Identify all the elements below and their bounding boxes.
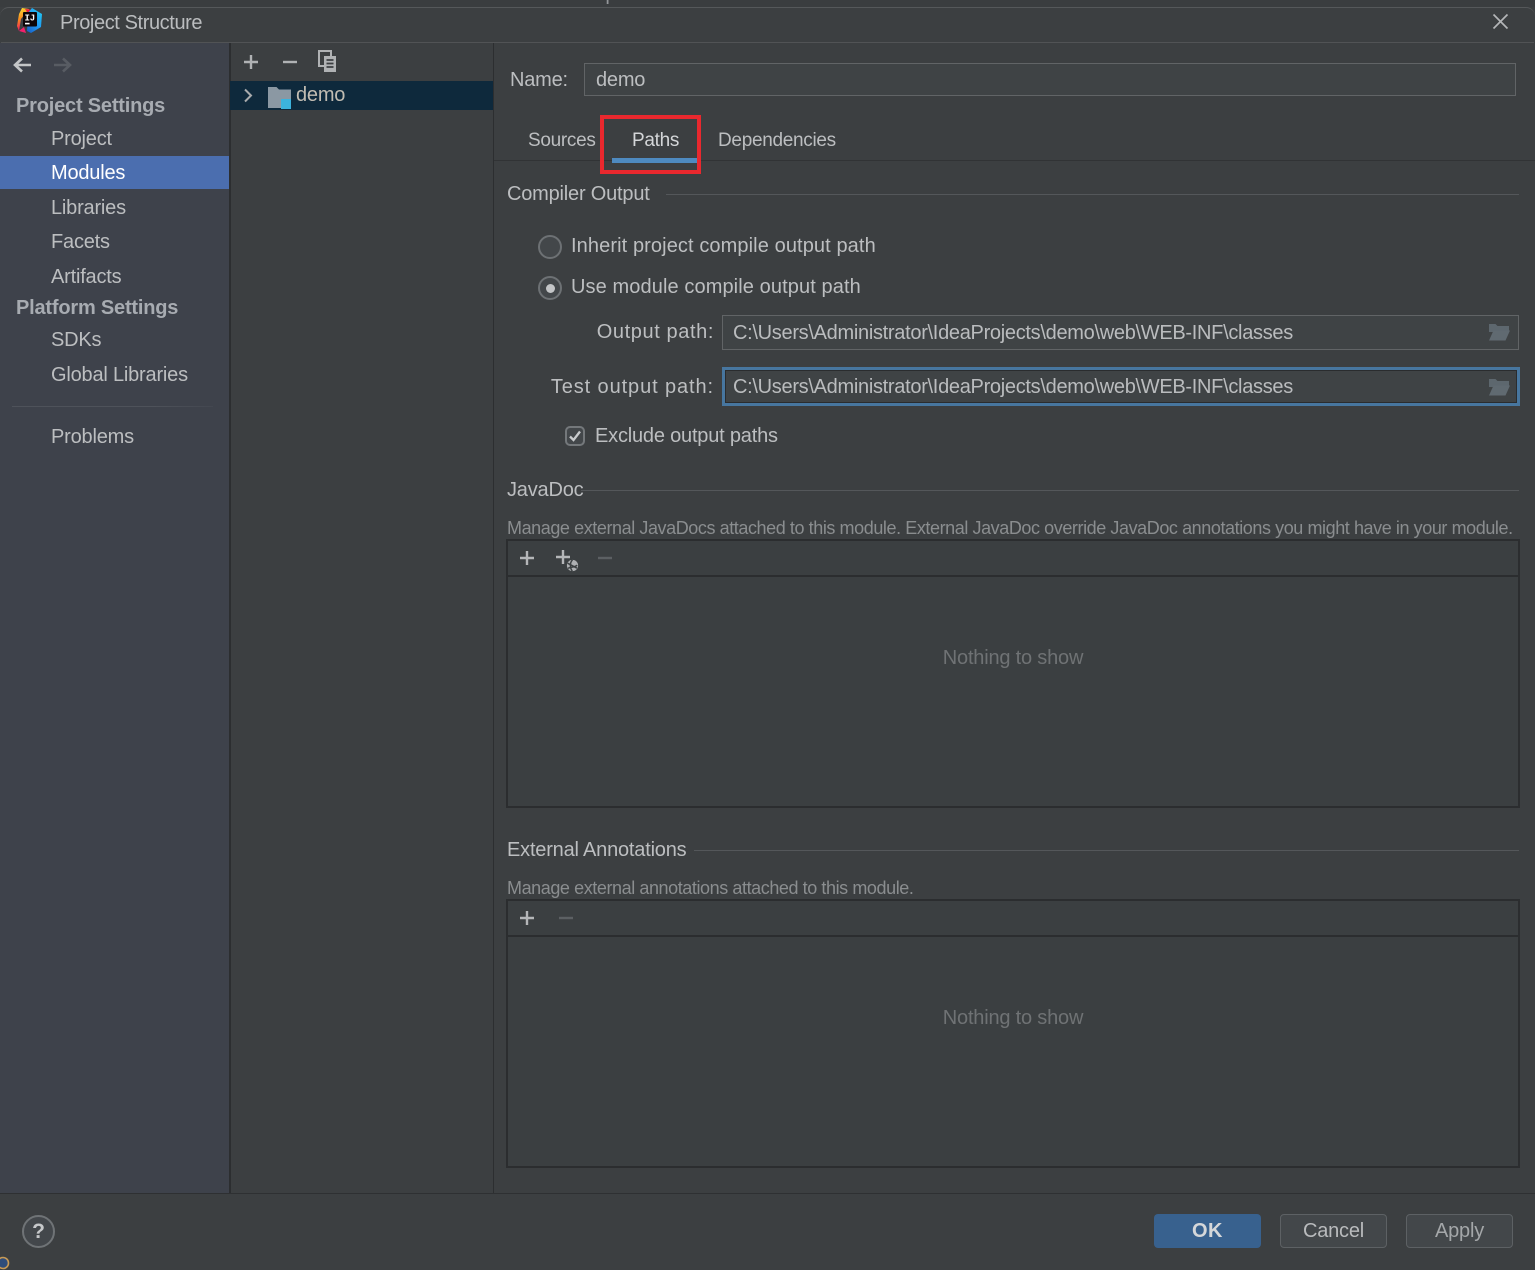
svg-text:IJ: IJ <box>25 14 35 24</box>
